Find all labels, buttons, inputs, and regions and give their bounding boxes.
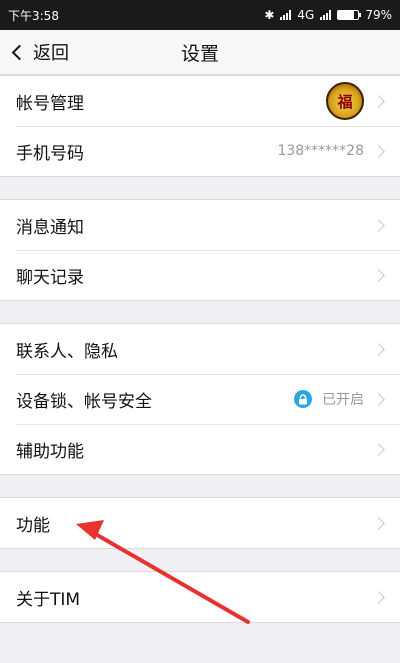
chevron-right-icon: [372, 144, 385, 158]
status-bar: 下午3:58 ✱ 4G 79%: [0, 0, 400, 30]
message-notification-row[interactable]: 消息通知: [0, 200, 400, 250]
avatar: 福: [326, 82, 364, 120]
network-type: 4G: [297, 8, 315, 22]
signal-icon: [280, 10, 292, 20]
chevron-right-icon: [372, 392, 385, 406]
row-label: 辅助功能: [16, 441, 84, 462]
row-label: 聊天记录: [16, 267, 84, 288]
row-label: 设备锁、帐号安全: [16, 391, 152, 412]
chevron-right-icon: [372, 268, 385, 282]
back-button[interactable]: 返回: [0, 39, 69, 65]
bluetooth-icon: ✱: [264, 8, 275, 22]
battery-icon: [337, 10, 362, 20]
row-label: 关于TIM: [16, 589, 81, 610]
account-management-row[interactable]: 帐号管理 福: [0, 76, 400, 126]
contacts-privacy-row[interactable]: 联系人、隐私: [0, 324, 400, 374]
back-label: 返回: [33, 43, 69, 64]
about-tim-row[interactable]: 关于TIM: [0, 572, 400, 622]
signal-icon-2: [320, 10, 332, 20]
phone-number-row[interactable]: 手机号码 138******28: [0, 126, 400, 176]
lock-icon: [294, 390, 312, 408]
settings-group-privacy: 联系人、隐私 设备锁、帐号安全 已开启 辅助功能: [0, 323, 400, 475]
chevron-right-icon: [372, 94, 385, 108]
settings-group-account: 帐号管理 福 手机号码 138******28: [0, 75, 400, 177]
features-row[interactable]: 功能: [0, 498, 400, 548]
chevron-right-icon: [372, 442, 385, 456]
settings-group-features: 功能: [0, 497, 400, 549]
settings-group-about: 关于TIM: [0, 571, 400, 623]
security-status-value: 已开启: [322, 392, 364, 408]
chevron-right-icon: [372, 516, 385, 530]
device-lock-security-row[interactable]: 设备锁、帐号安全 已开启: [0, 374, 400, 424]
accessibility-row[interactable]: 辅助功能: [0, 424, 400, 474]
row-label: 帐号管理: [16, 93, 84, 114]
chevron-right-icon: [372, 342, 385, 356]
row-label: 联系人、隐私: [16, 341, 118, 362]
row-label: 功能: [16, 515, 50, 536]
chat-history-row[interactable]: 聊天记录: [0, 250, 400, 300]
chevron-right-icon: [372, 218, 385, 232]
battery-percent: 79%: [365, 8, 392, 22]
row-label: 手机号码: [16, 143, 84, 164]
chevron-left-icon: [11, 44, 28, 61]
settings-group-messages: 消息通知 聊天记录: [0, 199, 400, 301]
nav-bar: 返回 设置: [0, 30, 400, 75]
chevron-right-icon: [372, 590, 385, 604]
status-time: 下午3:58: [8, 8, 59, 23]
row-label: 消息通知: [16, 217, 84, 238]
phone-number-value: 138******28: [277, 143, 364, 159]
